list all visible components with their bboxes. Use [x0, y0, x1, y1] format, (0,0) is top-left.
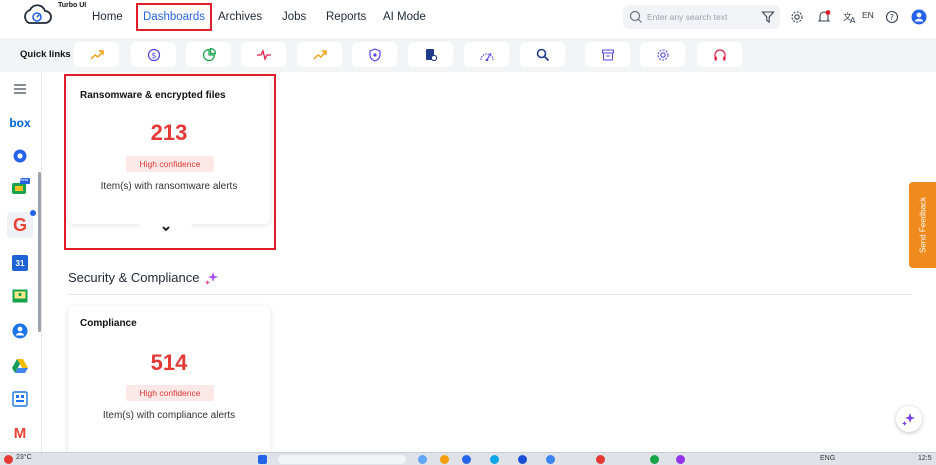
quicklink-headphones-icon[interactable]: [697, 42, 742, 67]
confidence-badge: High confidence: [126, 156, 214, 172]
quicklink-shield-icon[interactable]: [352, 42, 397, 67]
taskbar-app-icon[interactable]: [462, 455, 471, 464]
box-logo-label: box: [9, 116, 31, 130]
nav-dashboards[interactable]: Dashboards: [136, 3, 213, 31]
nav-home[interactable]: Home: [92, 0, 123, 34]
taskbar-app-icon[interactable]: [490, 455, 499, 464]
svg-text:A: A: [850, 16, 856, 24]
quicklink-radar-icon[interactable]: [464, 42, 509, 67]
left-sidebar: box Beta G 31 M: [0, 72, 42, 452]
sparkle-icon: [204, 270, 220, 291]
card-value: 213: [150, 120, 188, 145]
gmail-icon[interactable]: M: [9, 422, 31, 444]
nav-reports[interactable]: Reports: [326, 0, 366, 34]
beta-badge: Beta: [20, 177, 29, 182]
contacts-icon[interactable]: [9, 320, 31, 342]
quicklink-trend-up-icon-2[interactable]: [297, 42, 342, 67]
sites-icon[interactable]: [9, 388, 31, 410]
quicklink-document-search-icon[interactable]: [408, 42, 453, 67]
help-icon[interactable]: ?: [883, 8, 901, 26]
svg-text:$: $: [151, 51, 156, 60]
settings-gear-icon[interactable]: [788, 8, 806, 26]
send-feedback-tab[interactable]: Send Feedback: [909, 182, 936, 268]
google-icon[interactable]: G: [7, 210, 36, 238]
svg-text:?: ?: [890, 13, 894, 22]
compliance-card[interactable]: Compliance 514 High confidence Item(s) w…: [68, 306, 270, 452]
hamburger-menu-icon[interactable]: [9, 78, 31, 100]
search-input[interactable]: [647, 12, 755, 22]
quicklink-dollar-icon[interactable]: $: [131, 42, 176, 67]
google-letter: G: [12, 214, 27, 235]
quicklink-trend-up-icon[interactable]: [74, 42, 119, 67]
section-title: Security & Compliance: [68, 270, 200, 285]
nav-archives[interactable]: Archives: [218, 0, 262, 34]
active-dot: [30, 210, 36, 216]
language-label[interactable]: EN: [862, 10, 874, 20]
weather-label: 23°C: [16, 454, 32, 461]
sparkle-icon: [902, 413, 915, 426]
filter-icon[interactable]: [761, 10, 775, 24]
card-title: Compliance: [80, 318, 137, 329]
quick-links-bar: Quick links $: [0, 38, 936, 72]
nav-jobs[interactable]: Jobs: [282, 0, 306, 34]
google-calendar-icon[interactable]: 31: [9, 252, 31, 274]
taskbar-search[interactable]: [278, 455, 406, 464]
card-value: 514: [150, 350, 188, 375]
ai-assistant-button[interactable]: [896, 406, 922, 432]
logo-text: Turbo UI: [58, 2, 87, 9]
gmail-letter: M: [13, 424, 27, 442]
google-classroom-icon[interactable]: [9, 285, 31, 307]
notification-bell-icon[interactable]: [815, 8, 833, 26]
quicklink-gear-icon[interactable]: [640, 42, 685, 67]
quicklink-pulse-icon[interactable]: [241, 42, 286, 67]
quicklink-pie-chart-icon[interactable]: [186, 42, 231, 67]
confidence-badge: High confidence: [126, 385, 214, 401]
taskbar-app-icon[interactable]: [596, 455, 605, 464]
box-logo-icon[interactable]: box: [9, 112, 31, 134]
dashboard-main: Ransomware & encrypted files 213 High co…: [42, 72, 936, 452]
card-title: Ransomware & encrypted files: [80, 90, 226, 101]
os-taskbar: 23°C ENG 12:5: [0, 452, 936, 465]
taskbar-app-icon[interactable]: [418, 455, 427, 464]
taskbar-clock[interactable]: 12:5: [918, 455, 932, 462]
nav-ai-mode[interactable]: AI Mode: [383, 0, 426, 34]
onedrive-icon[interactable]: [9, 145, 31, 167]
sidebar-scrollbar[interactable]: [38, 172, 41, 332]
top-navigation: Turbo UI Home Dashboards Archives Jobs R…: [0, 0, 936, 34]
taskbar-app-icon[interactable]: [518, 455, 527, 464]
google-drive-icon[interactable]: [9, 355, 31, 377]
taskbar-app-icon[interactable]: [440, 455, 449, 464]
google-chat-icon[interactable]: Beta: [9, 177, 31, 199]
calendar-date: 31: [15, 258, 25, 268]
user-avatar-icon[interactable]: [910, 8, 928, 26]
card-description: Item(s) with ransomware alerts: [100, 181, 238, 192]
weather-icon: [4, 455, 13, 464]
windows-start-icon[interactable]: [258, 455, 267, 464]
card-description: Item(s) with compliance alerts: [102, 410, 236, 421]
chevron-down-icon: [162, 226, 170, 232]
taskbar-app-icon[interactable]: [650, 455, 659, 464]
quicklink-archive-icon[interactable]: [585, 42, 630, 67]
ransomware-card[interactable]: Ransomware & encrypted files 213 High co…: [68, 78, 270, 224]
taskbar-app-icon[interactable]: [546, 455, 555, 464]
quick-links-label: Quick links: [20, 49, 71, 60]
search-icon: [629, 10, 642, 23]
quicklink-search-icon[interactable]: [520, 42, 565, 67]
section-divider: [68, 294, 912, 295]
translate-icon[interactable]: 文A: [841, 8, 859, 26]
taskbar-app-icon[interactable]: [676, 455, 685, 464]
search-box: [623, 5, 780, 29]
feedback-label: Send Feedback: [918, 196, 927, 254]
taskbar-language[interactable]: ENG: [820, 455, 835, 462]
turbo-ui-logo[interactable]: [20, 3, 54, 29]
